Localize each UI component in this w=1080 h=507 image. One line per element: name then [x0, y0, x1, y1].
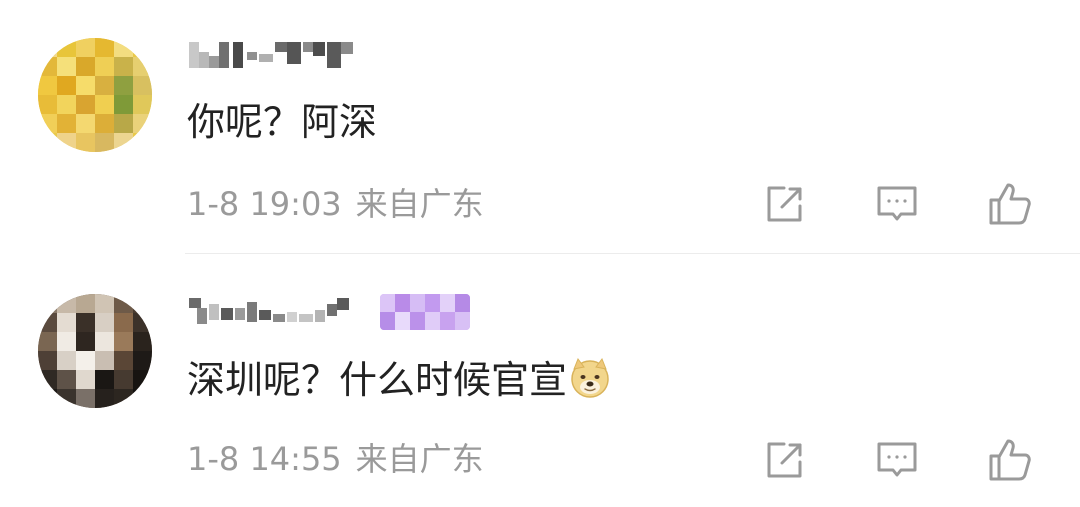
- comment-item: 你呢？阿深 1-8 19:03 来自广东: [0, 0, 1080, 253]
- reply-button[interactable]: [873, 180, 921, 228]
- comment-content: 深圳呢？什么时候官宣: [187, 356, 611, 404]
- comment-text: 深圳呢？什么时候官宣: [187, 358, 568, 402]
- share-button[interactable]: [760, 180, 808, 228]
- comment-item: 深圳呢？什么时候官宣 1-8 14:55 来自广东: [0, 254, 1080, 507]
- comment-meta: 1-8 14:55 来自广东: [187, 438, 484, 480]
- doge-emoji: [571, 357, 609, 398]
- comment-time: 1-8 14:55: [187, 440, 342, 478]
- username-redacted[interactable]: [187, 294, 367, 330]
- share-icon: [767, 442, 802, 478]
- like-button[interactable]: [986, 436, 1034, 484]
- comment-content: 你呢？阿深: [187, 100, 378, 144]
- comment-location: 来自广东: [355, 185, 484, 223]
- share-icon: [767, 186, 802, 222]
- comment-meta: 1-8 19:03 来自广东: [187, 183, 484, 225]
- like-button[interactable]: [986, 180, 1034, 228]
- comment-icon: [877, 186, 917, 221]
- reply-button[interactable]: [873, 436, 921, 484]
- avatar[interactable]: [38, 38, 152, 152]
- comment-location: 来自广东: [355, 440, 484, 478]
- vip-badge[interactable]: [380, 294, 470, 330]
- avatar[interactable]: [38, 294, 152, 408]
- thumbs-up-icon: [989, 439, 1031, 481]
- thumbs-up-icon: [989, 183, 1031, 225]
- username-redacted[interactable]: [187, 38, 357, 74]
- comment-time: 1-8 19:03: [187, 185, 342, 223]
- comment-icon: [877, 442, 917, 477]
- share-button[interactable]: [760, 436, 808, 484]
